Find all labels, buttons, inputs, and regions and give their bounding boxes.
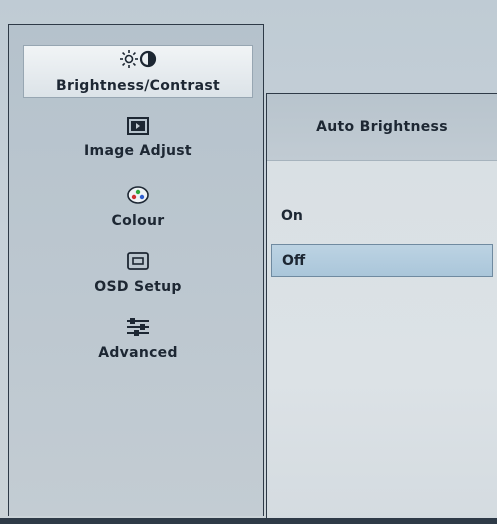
menu-item-image-adjust[interactable]: Image Adjust: [23, 117, 253, 159]
brightness-contrast-icon: [118, 48, 158, 70]
bottom-border: [0, 518, 497, 524]
submenu-options: On Off: [267, 161, 497, 524]
osd-setup-icon: [126, 251, 150, 273]
option-off[interactable]: Off: [271, 244, 493, 277]
submenu-panel: Auto Brightness On Off: [266, 93, 497, 524]
menu-item-label: Image Adjust: [84, 143, 192, 159]
menu-item-osd-setup[interactable]: OSD Setup: [23, 251, 253, 295]
option-on[interactable]: On: [271, 200, 493, 233]
menu-item-label: Colour: [111, 213, 165, 229]
menu-item-label: OSD Setup: [94, 279, 182, 295]
main-menu-panel: Brightness/Contrast Image Adjust Colour …: [8, 24, 264, 516]
menu-item-label: Advanced: [98, 345, 178, 361]
image-adjust-icon: [127, 117, 149, 139]
menu-item-brightness-contrast[interactable]: Brightness/Contrast: [23, 45, 253, 98]
colour-palette-icon: [126, 185, 150, 207]
submenu-title: Auto Brightness: [267, 94, 497, 161]
osd-screen: Brightness/Contrast Image Adjust Colour …: [0, 0, 497, 524]
menu-item-label: Brightness/Contrast: [56, 78, 220, 94]
menu-item-colour[interactable]: Colour: [23, 185, 253, 229]
menu-item-advanced[interactable]: Advanced: [23, 317, 253, 361]
advanced-sliders-icon: [125, 317, 151, 339]
